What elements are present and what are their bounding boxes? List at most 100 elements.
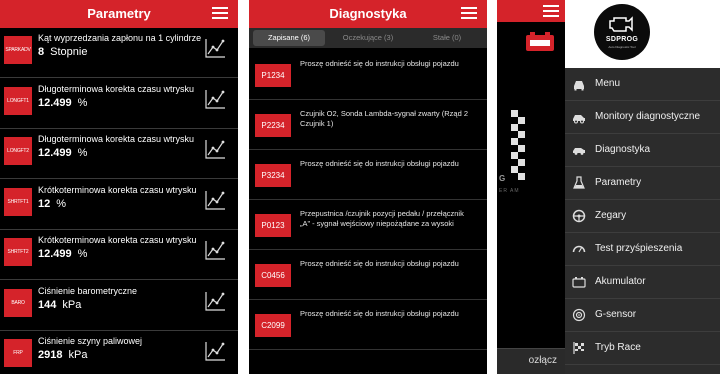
parameter-row[interactable]: BARO Ciśnienie barometryczne 144 kPa (0, 281, 238, 331)
parameter-value: 12.499% (38, 97, 87, 109)
logo-text: SDPROG (605, 36, 639, 43)
car-diagnostic-icon (573, 148, 585, 155)
dtc-description: Proszę odnieść się do instrukcji obsługi… (300, 59, 459, 68)
dtc-description: Proszę odnieść się do instrukcji obsługi… (300, 259, 459, 268)
battery-icon (572, 277, 586, 288)
menu-item[interactable]: Monitory diagnostyczne (565, 101, 720, 134)
background-logo-subtext: ER AM (499, 188, 520, 194)
dtc-description: Proszę odnieść się do instrukcji obsługi… (300, 159, 459, 168)
menu-item[interactable]: G-sensor (565, 299, 720, 332)
parameter-name: Krótkoterminowa korekta czasu wtrysku (38, 184, 197, 195)
tab-saved[interactable]: Zapisane (6) (253, 30, 325, 46)
diagnostics-header: Diagnostyka (249, 0, 487, 28)
parameter-unit: kPa (68, 349, 88, 361)
parameter-code-badge: FRP (4, 339, 32, 367)
chart-icon[interactable] (204, 239, 226, 261)
parameter-unit: % (77, 96, 88, 109)
parameter-code-badge: SHRTFT2 (4, 238, 32, 266)
parameters-screen: Parametry SPARKADV Kąt wyprzedzania zapło… (0, 0, 238, 374)
tab-permanent[interactable]: Stałe (0) (411, 30, 483, 46)
hamburger-menu-icon[interactable] (461, 7, 477, 20)
dtc-row[interactable]: P3234 Proszę odnieść się do instrukcji ob… (249, 152, 487, 200)
dtc-code-badge: C2099 (255, 314, 291, 337)
menu-item[interactable]: Test przyśpieszenia (565, 233, 720, 266)
dtc-row[interactable]: P1234 Proszę odnieść się do instrukcji ob… (249, 52, 487, 100)
menu-item-label: Akumulator (595, 276, 646, 287)
chart-icon[interactable] (204, 340, 226, 362)
dtc-code-badge: P3234 (255, 164, 291, 187)
menu-item-label: Tryb Race (595, 342, 641, 353)
speedometer-icon (572, 245, 586, 253)
chart-icon[interactable] (204, 290, 226, 312)
menu-item-label: Zegary (595, 210, 627, 221)
dtc-row[interactable]: P0123 Przepustnica /czujnik pozycji pedał… (249, 202, 487, 250)
parameter-name: Długoterminowa korekta czasu wtrysku (38, 83, 195, 94)
parameters-header: Parametry (0, 0, 238, 28)
menu-item[interactable]: Parametry (565, 167, 720, 200)
dtc-description: Proszę odnieść się do instrukcji obsługi… (300, 309, 459, 318)
parameter-code-badge: LONGFT1 (4, 86, 32, 115)
background-logo-text: G (499, 174, 507, 183)
dtc-description: Czujnik O2, Sonda Lambda-sygnał zwarty (… (300, 109, 468, 128)
parameter-name: Krótkoterminowa korekta czasu wtrysku (38, 235, 197, 245)
menu-item[interactable]: Zegary (565, 200, 720, 233)
parameter-value: 12% (38, 198, 66, 210)
parameter-unit: Stopnie (50, 46, 88, 58)
parameter-row[interactable]: SHRTFT1 Krótkoterminowa korekta czasu wtr… (0, 180, 238, 230)
app-logo: SDPROG Auto Diagnostic Tool (565, 0, 720, 68)
dtc-row[interactable]: P2234 Czujnik O2, Sonda Lambda-sygnał zwa… (249, 102, 487, 150)
parameter-row[interactable]: LONGFT2 Długoterminowa korekta czasu wtry… (0, 129, 238, 179)
flask-icon (573, 176, 585, 189)
parameter-name: Długoterminowa korekta czasu wtrysku (38, 134, 195, 144)
page-title: Parametry (87, 6, 151, 21)
disconnect-button[interactable]: ozłącz (497, 348, 565, 374)
diagnostics-screen: Diagnostyka Zapisane (6) Oczekujące (3) … (249, 0, 487, 374)
menu-item-label: Parametry (595, 177, 642, 188)
parameter-unit: % (77, 147, 88, 159)
menu-item-label: Diagnostyka (595, 144, 651, 155)
dtc-code-badge: P0123 (255, 214, 291, 237)
parameter-number: 12.499 (38, 248, 72, 260)
race-flag-icon (573, 342, 584, 354)
logo-subtext: Auto Diagnostic Tool (608, 45, 636, 49)
hamburger-menu-icon[interactable] (543, 5, 559, 18)
parameter-unit: % (77, 248, 88, 260)
parameter-number: 2918 (38, 349, 63, 361)
parameter-number: 12 (38, 197, 51, 210)
menu-item[interactable]: Akumulator (565, 266, 720, 299)
parameter-number: 12.499 (38, 96, 72, 109)
parameter-value: 8 Stopnie (38, 46, 87, 58)
chart-icon[interactable] (204, 138, 226, 160)
steering-wheel-icon (572, 209, 586, 223)
menu-item[interactable]: Menu (565, 68, 720, 101)
parameter-row[interactable]: SPARKADV Kąt wyprzedzania zapłonu na 1 cy… (0, 28, 238, 78)
menu-item-label: G-sensor (595, 309, 637, 320)
dtc-row[interactable]: C0456 Proszę odnieść się do instrukcji ob… (249, 252, 487, 300)
menu-item[interactable]: Diagnostyka (565, 134, 720, 167)
parameter-value: 2918 kPa (38, 349, 87, 361)
parameter-row[interactable]: FRP Ciśnienie szyny paliwowej 2918 kPa (0, 331, 238, 374)
chart-icon[interactable] (204, 37, 226, 59)
menu-screen: G ER AM ozłącz SDPROG Auto Diagnostic To… (497, 0, 720, 374)
parameter-number: 144 (38, 298, 57, 311)
hamburger-menu-icon[interactable] (212, 7, 228, 20)
engine-icon (609, 16, 633, 32)
parameter-name: Kąt wyprzedzania zapłonu na 1 cylindrze (38, 33, 202, 43)
dtc-description: Przepustnica /czujnik pozycji pedału / p… (300, 209, 464, 228)
parameter-number: 12.499 (38, 147, 72, 159)
parameter-row[interactable]: LONGFT1 Długoterminowa korekta czasu wtry… (0, 79, 238, 129)
parameter-name: Ciśnienie barometryczne (38, 285, 138, 296)
chart-icon[interactable] (204, 88, 226, 110)
menu-header-strip (497, 0, 565, 22)
target-icon (572, 308, 586, 322)
chart-icon[interactable] (204, 189, 226, 211)
menu-item[interactable]: Tryb Race (565, 332, 720, 365)
dtc-row[interactable]: C2099 Proszę odnieść się do instrukcji ob… (249, 302, 487, 350)
tab-pending[interactable]: Oczekujące (3) (332, 30, 404, 46)
page-title: Diagnostyka (329, 6, 407, 21)
navigation-drawer: SDPROG Auto Diagnostic Tool Menu Monitory… (565, 0, 720, 374)
parameter-row[interactable]: SHRTFT2 Krótkoterminowa korekta czasu wtr… (0, 230, 238, 280)
dtc-tabs: Zapisane (6) Oczekujące (3) Stałe (0) (249, 28, 487, 48)
menu-item-label: Monitory diagnostyczne (595, 111, 701, 122)
dtc-code-badge: C0456 (255, 264, 291, 287)
